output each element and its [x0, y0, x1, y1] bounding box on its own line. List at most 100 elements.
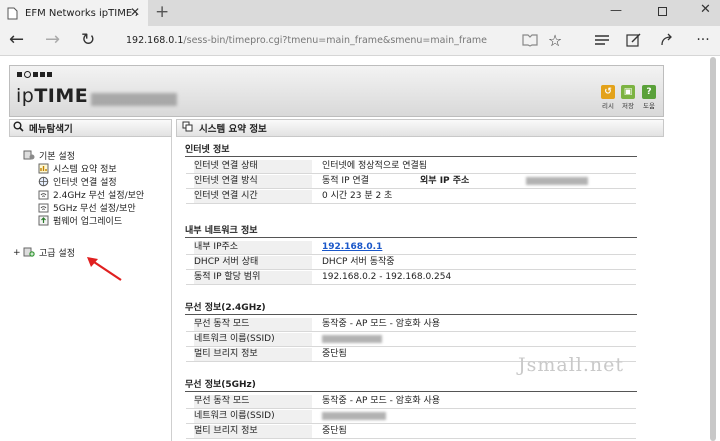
- logo-dots-icon: [17, 71, 52, 78]
- menu-item-label: 5GHz 무선 설정/보안: [53, 204, 136, 214]
- row-value: 0 시간 23 분 2 초: [322, 191, 393, 201]
- magnifier-icon: [13, 121, 24, 135]
- menu-item-internet-setup[interactable]: 인터넷 연결 설정: [23, 175, 144, 188]
- save-icon: ▣: [621, 85, 635, 99]
- address-toolbar: ← → ↻ 192.168.0.1/sess-bin/timepro.cgi?t…: [0, 26, 720, 56]
- row-value: 동작중 - AP 모드 - 암호화 사용: [322, 396, 441, 406]
- web-note-icon[interactable]: [625, 31, 643, 49]
- dhcp-status-row: DHCP 서버 상태 DHCP 서버 동작중: [186, 256, 636, 270]
- external-ip-value-blurred: [526, 175, 588, 188]
- row-value: 동작중 - AP 모드 - 암호화 사용: [322, 319, 441, 329]
- menu-advanced-settings[interactable]: + 고급 설정: [13, 246, 144, 259]
- menu-basic-label: 기본 설정: [39, 152, 75, 162]
- row-label: DHCP 서버 상태: [194, 256, 312, 269]
- row-value: 중단됨: [322, 426, 347, 436]
- maximize-icon[interactable]: [658, 7, 667, 16]
- wireless-icon: [37, 189, 49, 200]
- restart-label: 리시: [602, 102, 614, 110]
- router-header: ipTIME ↺ 리시 ▣ 저장 ? 도움: [9, 65, 664, 117]
- row-label: 멀티 브리지 정보: [194, 425, 312, 438]
- section-divider: [185, 237, 637, 238]
- row-value: DHCP 서버 동작중: [322, 257, 395, 267]
- iptime-logo: ipTIME: [16, 85, 89, 107]
- menu-item-wifi5[interactable]: 5GHz 무선 설정/보안: [23, 201, 144, 214]
- system-summary-title: 시스템 요약 정보: [199, 124, 267, 135]
- internal-ip-link[interactable]: 192.168.0.1: [322, 241, 382, 254]
- menu-item-label: 인터넷 연결 설정: [53, 178, 117, 188]
- internet-time-row: 인터넷 연결 시간 0 시간 23 분 2 초: [186, 190, 636, 204]
- restart-button[interactable]: ↺ 리시: [598, 85, 618, 110]
- section-divider: [185, 156, 637, 157]
- menu-explorer-header: 메뉴탐색기: [9, 119, 172, 137]
- reading-view-icon[interactable]: [521, 31, 539, 49]
- external-ip-label: 외부 IP 주소: [420, 176, 470, 186]
- browser-tab[interactable]: EFM Networks ipTIME A ✕: [0, 0, 148, 26]
- folder-plus-icon: [23, 247, 35, 258]
- folder-gear-icon: [23, 150, 35, 161]
- windows-icon: [182, 121, 193, 135]
- address-input[interactable]: 192.168.0.1/sess-bin/timepro.cgi?tmenu=m…: [126, 35, 487, 46]
- model-name-blurred: [91, 93, 177, 106]
- wifi5-mode-row: 무선 동작 모드 동작중 - AP 모드 - 암호화 사용: [186, 395, 636, 409]
- wifi5-ssid-row: 네트워크 이름(SSID): [186, 410, 636, 424]
- page: EFM Networks ipTIME A ✕ + — ✕ ← → ↻ 192.…: [0, 0, 720, 441]
- wifi24-section-title: 무선 정보(2.4GHz): [185, 303, 266, 313]
- page-icon: [6, 7, 19, 20]
- share-icon[interactable]: [658, 31, 676, 49]
- wifi5-section-title: 무선 정보(5GHz): [185, 380, 256, 390]
- scrollbar[interactable]: [706, 57, 720, 441]
- row-label: 인터넷 연결 방식: [194, 175, 312, 188]
- dhcp-range-row: 동적 IP 할당 범위 192.168.0.2 - 192.168.0.254: [186, 271, 636, 285]
- back-arrow-icon[interactable]: ←: [9, 30, 24, 50]
- help-button[interactable]: ? 도움: [639, 85, 659, 110]
- refresh-icon[interactable]: ↻: [81, 30, 95, 50]
- watermark: Jsmall.net: [518, 354, 625, 376]
- new-tab-icon[interactable]: +: [155, 3, 169, 21]
- system-summary-panel: 시스템 요약 정보 인터넷 정보 인터넷 연결 상태 인터넷에 정상적으로 연결…: [176, 119, 664, 441]
- menu-item-label: 시스템 요약 정보: [53, 165, 117, 175]
- window-close-icon[interactable]: ✕: [700, 2, 711, 17]
- menu-tree: 기본 설정 시스템 요약 정보 인터넷 연결 설정 2.4GHz 무선 설정/보…: [13, 149, 144, 259]
- row-label: 네트워크 이름(SSID): [194, 410, 312, 423]
- hub-icon[interactable]: [593, 31, 611, 49]
- internal-ip-row: 내부 IP주소 192.168.0.1: [186, 241, 636, 255]
- row-value: 인터넷에 정상적으로 연결됨: [322, 161, 428, 171]
- internet-status-row: 인터넷 연결 상태 인터넷에 정상적으로 연결됨: [186, 160, 636, 174]
- row-value: 동적 IP 연결: [322, 176, 369, 186]
- row-label: 인터넷 연결 상태: [194, 160, 312, 173]
- forward-arrow-icon[interactable]: →: [45, 30, 60, 50]
- menu-basic-settings[interactable]: 기본 설정: [23, 149, 144, 162]
- chart-icon: [37, 163, 49, 174]
- menu-item-wifi24[interactable]: 2.4GHz 무선 설정/보안: [23, 188, 144, 201]
- section-divider: [185, 314, 637, 315]
- red-arrow-icon: [87, 257, 122, 281]
- menu-advanced-label: 고급 설정: [39, 249, 75, 259]
- favorite-star-icon[interactable]: ☆: [546, 31, 564, 50]
- internet-section-title: 인터넷 정보: [185, 145, 230, 155]
- more-icon[interactable]: ···: [694, 31, 712, 49]
- wifi5-bridge-row: 멀티 브리지 정보 중단됨: [186, 425, 636, 439]
- scrollbar-thumb[interactable]: [710, 57, 716, 441]
- expand-plus-icon[interactable]: +: [13, 248, 21, 258]
- row-label: 네트워크 이름(SSID): [194, 333, 312, 346]
- upgrade-icon: [37, 215, 49, 226]
- menu-explorer-title: 메뉴탐색기: [29, 124, 73, 135]
- row-label: 인터넷 연결 시간: [194, 190, 312, 203]
- menu-item-firmware-upgrade[interactable]: 펌웨어 업그레이드: [23, 214, 144, 227]
- row-label: 내부 IP주소: [194, 241, 312, 254]
- row-label: 멀티 브리지 정보: [194, 348, 312, 361]
- row-label: 무선 동작 모드: [194, 395, 312, 408]
- menu-item-system-summary[interactable]: 시스템 요약 정보: [23, 162, 144, 175]
- wifi24-mode-row: 무선 동작 모드 동작중 - AP 모드 - 암호화 사용: [186, 318, 636, 332]
- help-label: 도움: [643, 102, 655, 110]
- internet-method-row: 인터넷 연결 방식 동적 IP 연결 외부 IP 주소: [186, 175, 636, 189]
- tab-bar: EFM Networks ipTIME A ✕ + — ✕: [0, 0, 720, 26]
- wifi24-ssid-row: 네트워크 이름(SSID): [186, 333, 636, 347]
- menu-item-label: 펌웨어 업그레이드: [53, 217, 123, 227]
- menu-item-label: 2.4GHz 무선 설정/보안: [53, 191, 145, 201]
- close-tab-icon[interactable]: ✕: [130, 6, 140, 19]
- url-path: /sess-bin/timepro.cgi?tmenu=main_frame&s…: [183, 35, 488, 46]
- save-button[interactable]: ▣ 저장: [618, 85, 638, 110]
- system-summary-header: 시스템 요약 정보: [176, 119, 664, 137]
- minimize-icon[interactable]: —: [610, 3, 622, 17]
